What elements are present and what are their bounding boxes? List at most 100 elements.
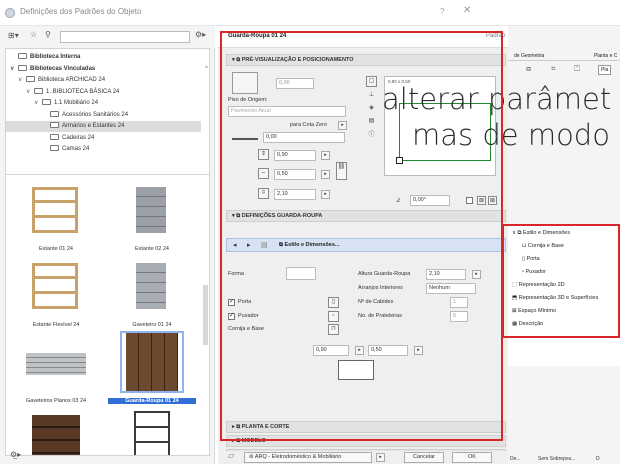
tree-twisty-icon[interactable]: ∨ (18, 75, 26, 86)
depth-arrow-button[interactable]: ▸ (321, 170, 330, 179)
view-icon-1[interactable]: ⧈ (526, 64, 531, 74)
nav-prev-button[interactable]: ◂ (233, 241, 237, 249)
section-plan-section[interactable]: ▸ ⧉ PLANTA E CORTE (226, 421, 506, 433)
search-input[interactable] (60, 31, 190, 43)
parameter-page-item[interactable]: ⬒ Representação 3D e Superfícies (512, 295, 598, 301)
mirror-x-icon[interactable]: ⊠ (477, 196, 486, 205)
footer-item-3[interactable]: D (596, 456, 600, 462)
tree-item[interactable]: Armários e Estantes 24 (6, 121, 201, 132)
elevation-field[interactable]: 0,00 (276, 78, 314, 89)
cancel-button[interactable]: Cancelar (404, 452, 444, 463)
section-definitions[interactable]: ▾ ⧉ DEFINIÇÕES GUARDA-ROUPA (226, 210, 506, 222)
tree-item-label: 1.1 Mobiliário 24 (54, 100, 99, 106)
parameter-page-item[interactable]: ⊔ Cornija e Base (522, 243, 564, 249)
gallery-item[interactable] (12, 405, 100, 455)
mirror-checkbox[interactable] (466, 197, 473, 204)
tree-twisty-icon[interactable]: ∨ (34, 98, 42, 109)
width-field[interactable]: 0,90 (274, 150, 316, 161)
zero-level-label: para Cota Zero (290, 122, 327, 128)
zero-level-toggle[interactable]: ▸ (338, 121, 347, 130)
plan-shape-preview (338, 360, 374, 380)
door-checkbox[interactable]: ✓ (228, 299, 235, 306)
tree-item[interactable]: ∨ 1.1 Mobiliário 24 (6, 98, 201, 109)
library-menu-icon[interactable]: ⊞▾ (8, 31, 19, 40)
depth-field[interactable]: 0,50 (274, 169, 316, 180)
anchor-point-icon[interactable] (396, 157, 403, 164)
library-manager-icon[interactable]: ⚙̲▸ (10, 450, 21, 459)
zero-level-field[interactable]: 0,00 (263, 132, 345, 143)
interior-dropdown[interactable]: Nenhum (426, 283, 476, 294)
pla-button[interactable]: Pla (598, 65, 612, 75)
section-preview-positioning[interactable]: ▾ ⧉ PRÉ-VISUALIZAÇÃO E POSICIONAMENTO (226, 54, 506, 66)
plan-depth-button[interactable]: ▸ (414, 346, 423, 355)
parameter-page-item[interactable]: ▦ Descrição (512, 321, 543, 327)
footer-item-2[interactable]: Sem Sobrepos... (538, 456, 575, 462)
tree-item[interactable]: ∨ 1. BIBLIOTECA BÁSICA 24 (6, 87, 201, 98)
gallery-scrollbar[interactable] (203, 285, 208, 345)
tree-twisty-icon[interactable]: ∨ (26, 87, 34, 98)
settings-gear-icon[interactable]: ⚙▸ (195, 30, 206, 39)
object-gallery: Estante 01 24 Estante 02 24 Estante Flexív… (5, 174, 210, 456)
plan-depth-field[interactable]: 0,50 (368, 345, 408, 356)
height-param-button[interactable]: ▸ (472, 270, 481, 279)
search-icon[interactable]: ⚲ (45, 30, 51, 39)
favorite-star-icon[interactable]: ☆ (30, 30, 37, 39)
handle-checkbox[interactable]: ✓ (228, 313, 235, 320)
view-plan-icon[interactable]: ▢ (366, 76, 377, 87)
gallery-item[interactable]: Estante 02 24 (108, 177, 196, 252)
info-icon[interactable]: ⓘ (366, 130, 377, 141)
view-3d-icon[interactable]: ◈ (366, 103, 377, 114)
footer-item-1[interactable]: De... (510, 456, 521, 462)
section-model[interactable]: ▸ ⧉ MODELO (226, 435, 506, 447)
hangers-field[interactable]: 1 (450, 297, 468, 308)
mirror-y-icon[interactable]: ⊠ (488, 196, 497, 205)
gallery-item[interactable]: Guarda-Roupa 01 24 (108, 329, 196, 404)
tab-geometry[interactable]: de Geometria (514, 53, 544, 59)
layer-dropdown[interactable]: ⊚ ARQ - Eletrodoméstico & Mobiliário (244, 452, 372, 463)
door-settings-icon[interactable]: ▯ (328, 297, 339, 308)
cornice-settings-icon[interactable]: ⊓ (328, 324, 339, 335)
height-param-field[interactable]: 2,10 (426, 269, 466, 280)
view-icon-2[interactable]: ⌗ (551, 64, 556, 74)
plan-width-button[interactable]: ▸ (355, 346, 364, 355)
home-story-dropdown[interactable]: Pavimento Atual (228, 106, 346, 117)
gallery-item[interactable]: Estante Flexível 24 (12, 253, 100, 328)
tree-item[interactable]: ∨ Biblioteca ARCHICAD 24 (6, 75, 201, 86)
view-elevation-icon[interactable]: ▤ (366, 116, 377, 127)
parameter-page-item[interactable]: ⊠ Espaço Mínimo (512, 308, 556, 314)
shelves-field[interactable]: 6 (450, 311, 468, 322)
tree-item[interactable]: Acessórios Sanitários 24 (6, 110, 201, 121)
gallery-item[interactable]: Estante 01 24 (12, 177, 100, 252)
rotation-angle-field[interactable]: 0,00° (410, 195, 450, 206)
view-icon-3[interactable]: ⏍ (574, 64, 580, 74)
width-arrow-button[interactable]: ▸ (321, 151, 330, 160)
tab-plan[interactable]: Planta e C (594, 53, 617, 59)
ok-button[interactable]: OK (452, 452, 492, 463)
help-button[interactable]: ? (440, 7, 444, 16)
gallery-item[interactable]: Gaveteiros Planos 03 24 (12, 329, 100, 404)
parameter-page-item[interactable]: ▯ Porta (522, 256, 540, 262)
handle-settings-icon[interactable]: ▫ (328, 311, 339, 322)
parameter-page-item[interactable]: ∨ ⧉ Estilo e Dimensões (512, 230, 570, 237)
gallery-item[interactable] (108, 405, 196, 455)
folder-icon (26, 76, 35, 82)
tree-item[interactable]: Camas 24 (6, 144, 201, 155)
parameter-page-item[interactable]: ⬚ Representação 2D (512, 282, 565, 288)
close-button[interactable]: ✕ (463, 5, 471, 16)
nav-page-label[interactable]: ⧉ Estilo e Dimensões... (279, 242, 340, 249)
tree-item[interactable]: Cadeiras 24 (6, 133, 201, 144)
plan-width-field[interactable]: 0,90 (313, 345, 349, 356)
parameter-page-item[interactable]: ▫ Puxador (522, 269, 546, 275)
gallery-item[interactable]: Gaveteiro 01 24 (108, 253, 196, 328)
tree-item[interactable]: Biblioteca Interna (6, 52, 201, 63)
nav-next-button[interactable]: ▸ (247, 241, 251, 249)
tree-item[interactable]: ∨ Bibliotecas Vinculadas (6, 64, 201, 75)
height-arrow-button[interactable]: ▸ (321, 190, 330, 199)
shape-selector[interactable] (286, 267, 316, 280)
chain-link-icon[interactable]: ⛓ (336, 162, 347, 180)
height-field[interactable]: 2,10 (274, 189, 316, 200)
tree-twisty-icon[interactable]: ∨ (10, 64, 18, 75)
tree-scroll-up-icon[interactable]: ^ (205, 66, 210, 74)
layer-arrow-button[interactable]: ▸ (376, 453, 385, 462)
view-section-icon[interactable]: ⊥ (366, 90, 377, 101)
